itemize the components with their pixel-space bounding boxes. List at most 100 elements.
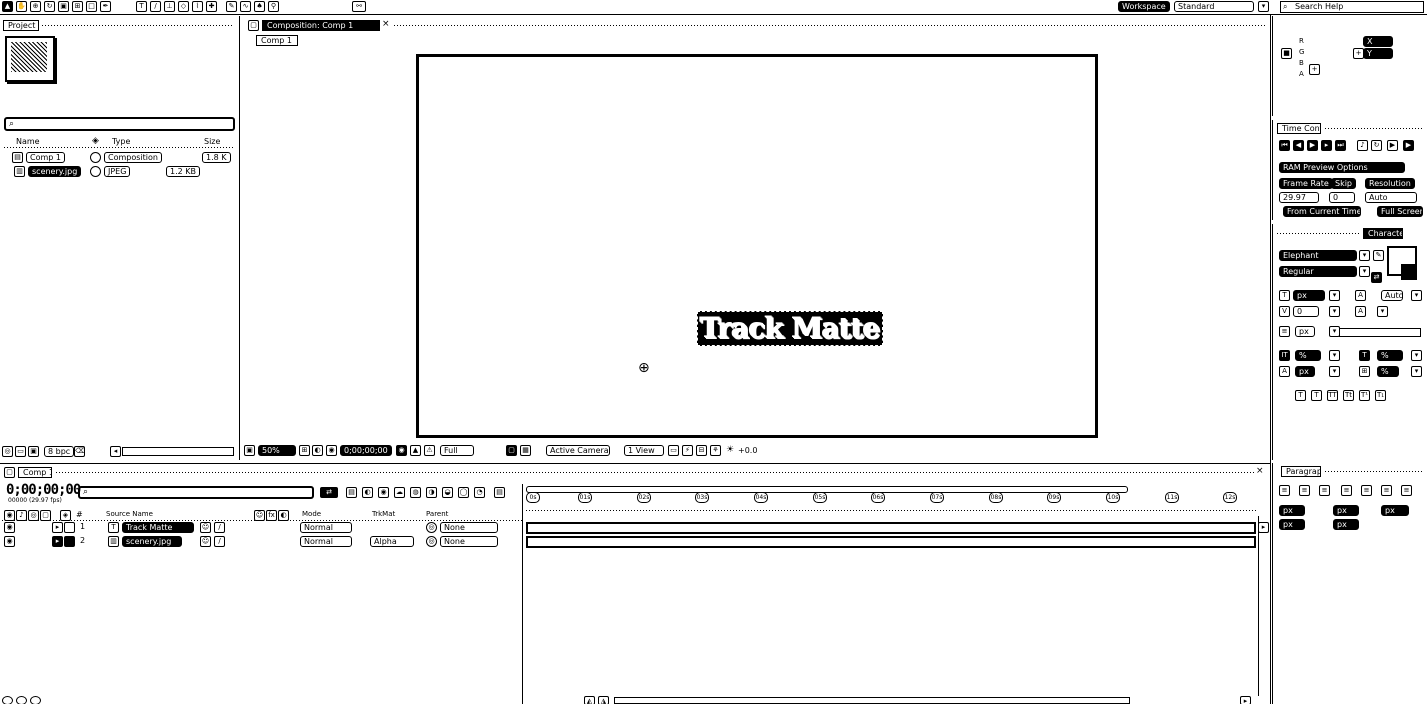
- active-camera-dropdown[interactable]: Active Camera: [546, 445, 610, 456]
- timeline-timecode[interactable]: 0;00;00;00: [6, 482, 81, 498]
- label-color-icon[interactable]: [64, 522, 75, 533]
- font-size-dropdown-icon[interactable]: ▾: [1329, 290, 1340, 301]
- pan-behind-tool-icon[interactable]: ⊞: [72, 1, 83, 12]
- superscript-icon[interactable]: T¹: [1359, 390, 1370, 401]
- kerning-value[interactable]: 0: [1293, 306, 1319, 317]
- font-dropdown-icon[interactable]: ▾: [1359, 250, 1370, 261]
- vertical-scale-dropdown-icon[interactable]: ▾: [1329, 350, 1340, 361]
- justify-all-icon[interactable]: ≡: [1401, 485, 1412, 496]
- zoom-out-icon[interactable]: ◭: [584, 696, 595, 704]
- pencil-icon[interactable]: ✎: [226, 1, 237, 12]
- view-layout-dropdown[interactable]: 1 View: [624, 445, 664, 456]
- zoom-in-icon[interactable]: ◮: [598, 696, 609, 704]
- swap-colors-icon[interactable]: ⇄: [1371, 272, 1382, 283]
- from-current-time-checkbox[interactable]: From Current Time: [1283, 206, 1361, 217]
- live-update-icon[interactable]: ◯: [458, 487, 469, 498]
- video-toggle-icon[interactable]: ◉: [4, 522, 15, 533]
- layer-parent-dropdown[interactable]: None: [440, 536, 498, 547]
- stroke-style-dropdown[interactable]: [1339, 328, 1421, 337]
- layer-name[interactable]: Track Matte: [122, 522, 194, 533]
- camera-tool-icon[interactable]: ▣: [58, 1, 69, 12]
- close-icon[interactable]: ×: [382, 19, 390, 29]
- project-hscrollbar[interactable]: [122, 447, 234, 456]
- workspace-menu-icon[interactable]: ▾: [1258, 1, 1269, 12]
- column-parent[interactable]: Parent: [426, 510, 448, 518]
- workspace-dropdown[interactable]: Standard: [1174, 1, 1254, 12]
- timeline-zoom-slider[interactable]: [614, 697, 1130, 704]
- new-folder-icon[interactable]: ▭: [15, 446, 26, 457]
- layer-mode-dropdown[interactable]: Normal: [300, 522, 352, 533]
- video-toggle-icon[interactable]: ◉: [4, 536, 15, 547]
- font-style-dropdown[interactable]: Regular: [1279, 266, 1357, 277]
- expand-layer-switches-icon[interactable]: [2, 696, 13, 704]
- new-comp-icon[interactable]: ▣: [28, 446, 39, 457]
- font-family-dropdown[interactable]: Elephant: [1279, 250, 1357, 261]
- anchor-point-icon[interactable]: ⊕: [638, 360, 650, 376]
- align-center-icon[interactable]: ≡: [1299, 485, 1310, 496]
- comp-mini-flowchart-icon[interactable]: ⇄: [320, 487, 338, 498]
- layer-mode-dropdown[interactable]: Normal: [300, 536, 352, 547]
- audio-icon[interactable]: ♪: [1357, 140, 1368, 151]
- project-search-input[interactable]: ⌕: [4, 117, 235, 131]
- list-item[interactable]: ▥ scenery.jpg JPEG 1.2 KB: [6, 166, 234, 178]
- scroll-left-icon[interactable]: ◂: [110, 446, 121, 457]
- timeline-right-scrollbar[interactable]: [1258, 516, 1259, 696]
- clone-stamp-tool-icon[interactable]: ⊥: [164, 1, 175, 12]
- always-preview-icon[interactable]: ▣: [244, 445, 255, 456]
- ram-preview-options-dropdown[interactable]: RAM Preview Options: [1279, 162, 1405, 173]
- frame-rate-dropdown[interactable]: 29.97: [1279, 192, 1319, 203]
- first-frame-icon[interactable]: ⏮: [1279, 140, 1290, 151]
- baseline-shift-value[interactable]: px: [1295, 366, 1315, 377]
- roto-brush-tool-icon[interactable]: ⌇: [192, 1, 203, 12]
- motion-blur-icon[interactable]: ☁: [394, 487, 405, 498]
- mask-visibility-icon[interactable]: ◐: [312, 445, 323, 456]
- column-trkmat[interactable]: TrkMat: [372, 510, 395, 518]
- timeline-search-input[interactable]: ⌕: [78, 486, 314, 499]
- space-before-value[interactable]: px: [1279, 519, 1305, 530]
- expand-icon[interactable]: ▸: [52, 522, 63, 533]
- snapshot-icon[interactable]: ◉: [326, 445, 337, 456]
- speech-icon[interactable]: ◔: [474, 487, 485, 498]
- quality-switch-icon[interactable]: /: [214, 522, 225, 533]
- parent-pickwhip-icon[interactable]: ◎: [426, 536, 437, 547]
- zoom-dropdown[interactable]: 50%: [258, 445, 296, 456]
- bpc-button[interactable]: 8 bpc: [44, 446, 75, 457]
- stroke-width-value[interactable]: px: [1295, 326, 1315, 337]
- comp-marker-icon[interactable]: ▸: [1258, 522, 1269, 533]
- eraser-tool-icon[interactable]: ◇: [178, 1, 189, 12]
- align-right-icon[interactable]: ≡: [1319, 485, 1330, 496]
- indent-left-value[interactable]: px: [1279, 505, 1305, 516]
- timeline-icon[interactable]: ⊟: [696, 445, 707, 456]
- tab-composition[interactable]: Composition: Comp 1: [262, 20, 380, 31]
- tsume-value[interactable]: %: [1377, 366, 1399, 377]
- ram-preview-play-icon[interactable]: ▶: [1403, 140, 1414, 151]
- grid-icon[interactable]: ⊞: [299, 445, 310, 456]
- selection-tool-icon[interactable]: ▲: [2, 1, 13, 12]
- brush-tool-icon[interactable]: /: [150, 1, 161, 12]
- layer-trkmat-dropdown[interactable]: Alpha: [370, 536, 414, 547]
- stroke-color-swatch[interactable]: [1401, 264, 1417, 280]
- timeline-close-icon[interactable]: ×: [1256, 466, 1264, 476]
- composition-canvas[interactable]: [416, 54, 1098, 438]
- brush-icon[interactable]: ♠: [254, 1, 265, 12]
- frame-blending-icon[interactable]: ◉: [378, 487, 389, 498]
- font-size-value[interactable]: px: [1293, 290, 1325, 301]
- puppet-tool-icon[interactable]: ✚: [206, 1, 217, 12]
- graph-editor-icon[interactable]: ◑: [426, 487, 437, 498]
- time-ruler[interactable]: 0s 01s 02s 03s 04s 05s 06s 07s 08s 09s 1…: [526, 492, 1256, 506]
- indent-first-value[interactable]: px: [1381, 505, 1409, 516]
- column-size[interactable]: Size: [204, 137, 220, 146]
- parent-pickwhip-icon[interactable]: ◎: [426, 522, 437, 533]
- tab-time-controls[interactable]: Time Controls: [1277, 123, 1321, 134]
- quality-switch-icon[interactable]: /: [214, 536, 225, 547]
- zoom-tool-icon[interactable]: ⊕: [30, 1, 41, 12]
- horizontal-scale-value[interactable]: %: [1377, 350, 1403, 361]
- shy-layers-icon[interactable]: ◐: [362, 487, 373, 498]
- puppet-pin-icon[interactable]: ⚲: [268, 1, 279, 12]
- justify-last-right-icon[interactable]: ≡: [1381, 485, 1392, 496]
- vertical-scale-value[interactable]: %: [1295, 350, 1321, 361]
- small-caps-icon[interactable]: Tt: [1343, 390, 1354, 401]
- full-screen-checkbox[interactable]: Full Screen: [1377, 206, 1423, 217]
- show-snapshot-icon[interactable]: ◉: [396, 445, 407, 456]
- exposure-value[interactable]: +0.0: [738, 446, 757, 455]
